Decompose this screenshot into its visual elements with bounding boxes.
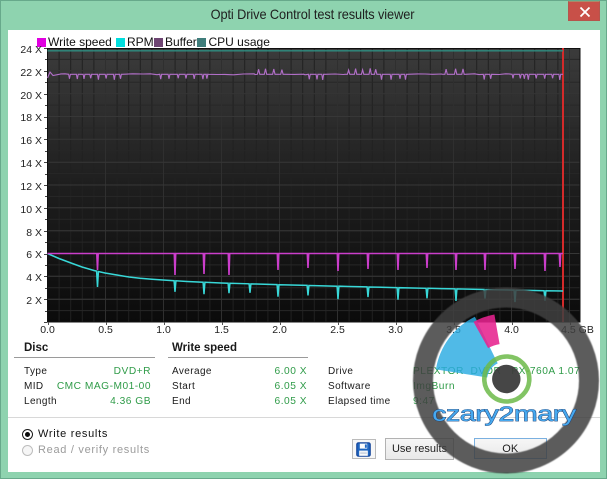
- svg-text:czary2mary: czary2mary: [432, 402, 577, 426]
